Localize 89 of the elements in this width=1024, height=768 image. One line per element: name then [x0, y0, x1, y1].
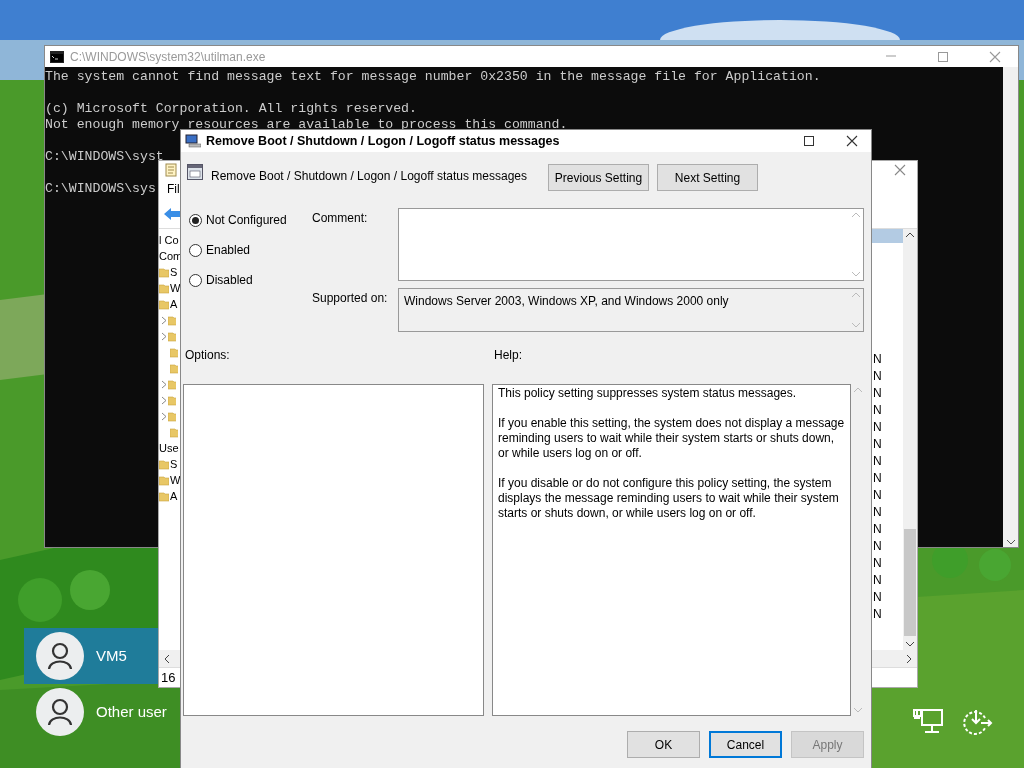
radio-label[interactable]: Enabled	[206, 241, 251, 259]
window-title: Remove Boot / Shutdown / Logon / Logoff status messages	[206, 132, 561, 150]
radio-label[interactable]: Not Configured	[206, 211, 287, 229]
tree-item[interactable]: W	[170, 471, 181, 489]
folder-icon	[168, 330, 176, 342]
console-line: Not enough memory resources are available to process this command.	[45, 117, 568, 132]
scrollbar[interactable]	[903, 229, 917, 650]
user-icon	[47, 642, 73, 670]
folder-icon	[168, 394, 176, 406]
list-item[interactable]: N	[873, 505, 882, 519]
tree-item[interactable]: A	[170, 487, 178, 505]
folder-icon	[170, 362, 178, 374]
field-label: Comment:	[312, 210, 369, 227]
list-item[interactable]: N	[873, 590, 882, 604]
scroll-down-icon	[851, 271, 861, 278]
list-item[interactable]: N	[873, 420, 882, 434]
field-label: Supported on:	[312, 290, 389, 307]
list-item[interactable]: N	[873, 573, 882, 587]
document-icon	[165, 163, 177, 177]
tree-item[interactable]: l Co	[159, 231, 179, 249]
comment-field[interactable]	[398, 208, 864, 281]
list-item[interactable]: N	[873, 607, 882, 621]
list-item[interactable]: N	[873, 556, 882, 570]
console-line: (c) Microsoft Corporation. All rights reserved.	[45, 101, 417, 116]
folder-icon	[170, 426, 178, 438]
tree-item[interactable]: S	[170, 455, 178, 473]
maximize-icon[interactable]	[802, 134, 816, 148]
folder-icon	[159, 266, 169, 278]
back-arrow-icon[interactable]	[163, 206, 181, 221]
nav-button[interactable]: Previous Setting	[548, 164, 649, 191]
dialog-button[interactable]: OK	[627, 731, 700, 758]
tree-item[interactable]: S	[170, 263, 178, 281]
section-label: Options:	[185, 347, 231, 364]
menu-item[interactable]: Fil	[167, 182, 180, 196]
scroll-down-icon	[851, 322, 861, 329]
scroll-left-icon[interactable]	[163, 653, 171, 664]
help-paragraph: If you disable or do not configure this policy setting, the system displays the message reminding users to wait while their system starts or shuts down, or while users log on or off.	[498, 476, 840, 521]
list-item[interactable]: N	[873, 403, 882, 417]
list-item[interactable]: N	[873, 352, 882, 366]
list-item[interactable]: N	[873, 386, 882, 400]
console-line: The system cannot find message text for message number 0x2350 in the message file for Application.	[45, 69, 821, 84]
window-title: C:\WINDOWS\system32\utilman.exe	[70, 48, 267, 66]
user-tile[interactable]: VM5	[24, 628, 158, 684]
list-item[interactable]: N	[873, 522, 882, 536]
help-paragraph: If you enable this setting, the system does not display a message reminding users to wait while their system starts or shuts down, or while users log on or off.	[498, 416, 845, 461]
folder-icon	[168, 410, 176, 422]
user-icon	[47, 698, 73, 726]
tree-item[interactable]: W	[170, 279, 181, 297]
scroll-up-icon	[851, 291, 861, 298]
console-line: C:\WINDOWS\sys	[45, 181, 156, 196]
folder-icon	[170, 346, 178, 358]
section-label: Help:	[494, 347, 522, 364]
status-text: 16	[161, 670, 176, 685]
console-line: C:\WINDOWS\syst	[45, 149, 164, 164]
help-paragraph: This policy setting suppresses system status messages.	[498, 386, 798, 401]
folder-icon	[159, 474, 169, 486]
scroll-down-icon	[853, 707, 863, 714]
radio-button[interactable]	[189, 273, 202, 287]
radio-label[interactable]: Disabled	[206, 271, 253, 289]
tree-item[interactable]: Use	[159, 439, 179, 457]
scroll-down-icon[interactable]	[1005, 537, 1016, 547]
scroll-down-icon[interactable]	[905, 640, 915, 648]
scroll-right-icon[interactable]	[905, 653, 913, 664]
list-item[interactable]: N	[873, 471, 882, 485]
scroll-thumb[interactable]	[904, 529, 916, 636]
console-icon	[50, 50, 64, 63]
list-item[interactable]: N	[873, 437, 882, 451]
list-item[interactable]: N	[873, 369, 882, 383]
folder-icon	[159, 490, 169, 502]
supported-on-text: Windows Server 2003, Windows XP, and Windows 2000 only	[404, 294, 729, 308]
list-item[interactable]: N	[873, 539, 882, 553]
folder-icon	[159, 458, 169, 470]
computer-icon	[185, 134, 201, 148]
settings-window-icon	[187, 164, 203, 180]
radio-button[interactable]	[189, 213, 202, 227]
scroll-up-icon	[851, 211, 861, 218]
folder-icon	[168, 314, 176, 326]
dialog-button[interactable]: Cancel	[709, 731, 782, 758]
scroll-up-icon[interactable]	[905, 231, 915, 239]
setting-name: Remove Boot / Shutdown / Logon / Logoff status messages	[210, 168, 528, 185]
radio-button[interactable]	[189, 243, 202, 257]
close-icon[interactable]	[845, 134, 859, 148]
list-item[interactable]: N	[873, 488, 882, 502]
folder-icon	[168, 378, 176, 390]
list-item[interactable]: N	[873, 454, 882, 468]
scrollbar[interactable]	[1003, 67, 1018, 547]
tree-item[interactable]: A	[170, 295, 178, 313]
scroll-up-icon	[853, 386, 863, 393]
nav-button[interactable]: Next Setting	[657, 164, 758, 191]
